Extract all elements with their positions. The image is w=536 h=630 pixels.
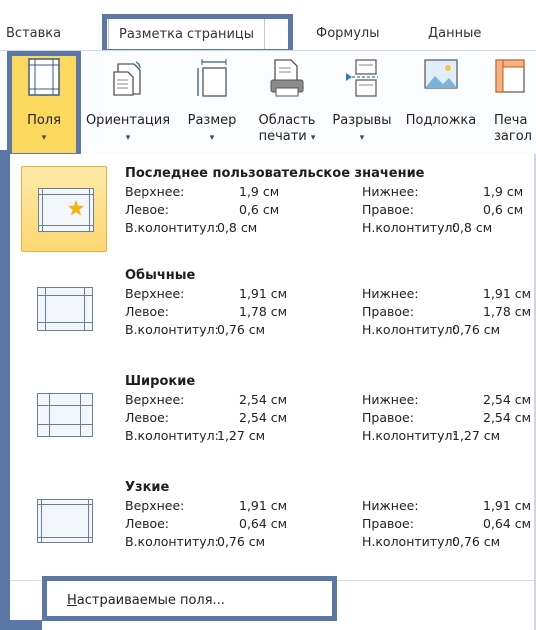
print-titles-label-2: загол — [494, 129, 532, 144]
option-title: Последнее пользовательское значение — [125, 166, 425, 181]
value-footer: 1,27 см — [452, 428, 501, 443]
print-area-label-2-row: печати ▾ — [250, 128, 324, 147]
label-top: Верхнее: — [125, 392, 185, 407]
star-icon: ★ — [67, 196, 85, 220]
value-right: 0,6 см — [483, 202, 524, 217]
value-footer: 0,8 см — [452, 220, 493, 235]
breaks-button[interactable]: Разрывы ▾ — [326, 50, 398, 154]
background-label: Подложка — [405, 113, 477, 128]
chevron-down-icon: ▾ — [359, 133, 365, 143]
value-header: 1,27 см — [217, 428, 266, 443]
option-title: Узкие — [125, 480, 170, 495]
value-footer: 0,76 см — [452, 534, 501, 549]
breaks-icon — [346, 59, 378, 97]
size-icon — [197, 59, 227, 97]
label-right: Правое: — [362, 304, 414, 319]
print-titles-icon — [495, 59, 525, 93]
label-top: Верхнее: — [125, 286, 185, 301]
label-right: Правое: — [362, 202, 414, 217]
margins-option-normal[interactable]: Обычные Верхнее: 1,91 см Нижнее: 1,91 см… — [21, 268, 536, 368]
value-bottom: 2,54 см — [483, 392, 532, 407]
background-button[interactable]: Подложка — [400, 50, 482, 154]
option-title: Широкие — [125, 374, 196, 389]
label-left: Левое: — [125, 304, 170, 319]
margins-dropdown: ★ Последнее пользовательское значение Ве… — [7, 154, 536, 630]
label-footer: Н.колонтитул: — [362, 220, 457, 235]
label-header: В.колонтитул: — [125, 428, 219, 443]
custom-margins-label: Настраиваемые поля... — [67, 593, 225, 608]
label-top: Верхнее: — [125, 184, 185, 199]
orientation-button[interactable]: Ориентация ▾ — [80, 50, 176, 154]
orientation-icon — [113, 61, 141, 96]
label-top: Верхнее: — [125, 498, 185, 513]
page-icon: ★ — [38, 188, 94, 232]
tab-formulas[interactable]: Формулы — [316, 18, 379, 50]
print-area-label-2: печати — [258, 129, 307, 144]
page-icon — [37, 287, 93, 331]
label-left: Левое: — [125, 202, 170, 217]
custom-margins-menu-item[interactable]: Настраиваемые поля... — [42, 576, 337, 621]
label-right: Правое: — [362, 516, 414, 531]
dropdown-left-highlight — [0, 150, 10, 630]
margins-option-wide[interactable]: Широкие Верхнее: 2,54 см Нижнее: 2,54 см… — [21, 374, 536, 474]
value-left: 0,6 см — [239, 202, 280, 217]
label-bottom: Нижнее: — [362, 392, 419, 407]
label-right: Правое: — [362, 410, 414, 425]
value-top: 1,91 см — [239, 286, 288, 301]
value-left: 2,54 см — [239, 410, 288, 425]
value-top: 1,91 см — [239, 498, 288, 513]
label-bottom: Нижнее: — [362, 184, 419, 199]
page-icon — [37, 393, 93, 437]
size-button[interactable]: Размер ▾ — [176, 50, 248, 154]
chevron-down-icon: ▾ — [209, 133, 215, 143]
label-footer: Н.колонтитул: — [362, 428, 457, 443]
value-bottom: 1,9 см — [483, 184, 524, 199]
value-right: 1,78 см — [483, 304, 532, 319]
label-left: Левое: — [125, 516, 170, 531]
label-bottom: Нижнее: — [362, 498, 419, 513]
label-header: В.колонтитул: — [125, 534, 219, 549]
value-left: 0,64 см — [239, 516, 288, 531]
margins-highlight-frame — [7, 51, 81, 158]
label-bottom: Нижнее: — [362, 286, 419, 301]
option-title: Обычные — [125, 268, 196, 283]
value-top: 1,9 см — [239, 184, 280, 199]
margins-option-narrow[interactable]: Узкие Верхнее: 1,91 см Нижнее: 1,91 см Л… — [21, 480, 536, 580]
value-header: 0,76 см — [217, 534, 266, 549]
label-left: Левое: — [125, 410, 170, 425]
value-header: 0,76 см — [217, 322, 266, 337]
highlight-corner — [0, 620, 42, 630]
page-icon — [37, 499, 93, 543]
value-bottom: 1,91 см — [483, 286, 532, 301]
margins-preview — [21, 268, 107, 354]
custom-margins-text: астраиваемые поля... — [76, 593, 225, 608]
print-area-icon — [270, 59, 304, 97]
value-footer: 0,76 см — [452, 322, 501, 337]
value-header: 0,8 см — [217, 220, 258, 235]
chevron-down-icon: ▾ — [310, 133, 316, 143]
tab-highlight-frame — [102, 14, 293, 54]
margins-preview — [21, 480, 107, 566]
margins-preview — [21, 374, 107, 460]
value-right: 0,64 см — [483, 516, 532, 531]
tab-data[interactable]: Данные — [428, 18, 481, 50]
margins-option-last-custom[interactable]: ★ Последнее пользовательское значение Ве… — [21, 166, 536, 266]
value-right: 2,54 см — [483, 410, 532, 425]
tab-insert[interactable]: Вставка — [6, 18, 61, 50]
label-header: В.колонтитул: — [125, 322, 219, 337]
custom-margins-accelerator: Н — [67, 593, 77, 608]
margins-preview: ★ — [21, 166, 107, 252]
label-footer: Н.колонтитул: — [362, 534, 457, 549]
value-left: 1,78 см — [239, 304, 288, 319]
print-titles-button[interactable]: Печа загол — [488, 50, 536, 154]
value-bottom: 1,91 см — [483, 498, 532, 513]
print-area-button[interactable]: Область печати ▾ — [250, 50, 324, 154]
label-footer: Н.колонтитул: — [362, 322, 457, 337]
background-icon — [424, 59, 458, 89]
label-header: В.колонтитул: — [125, 220, 219, 235]
value-top: 2,54 см — [239, 392, 288, 407]
chevron-down-icon: ▾ — [125, 133, 131, 143]
